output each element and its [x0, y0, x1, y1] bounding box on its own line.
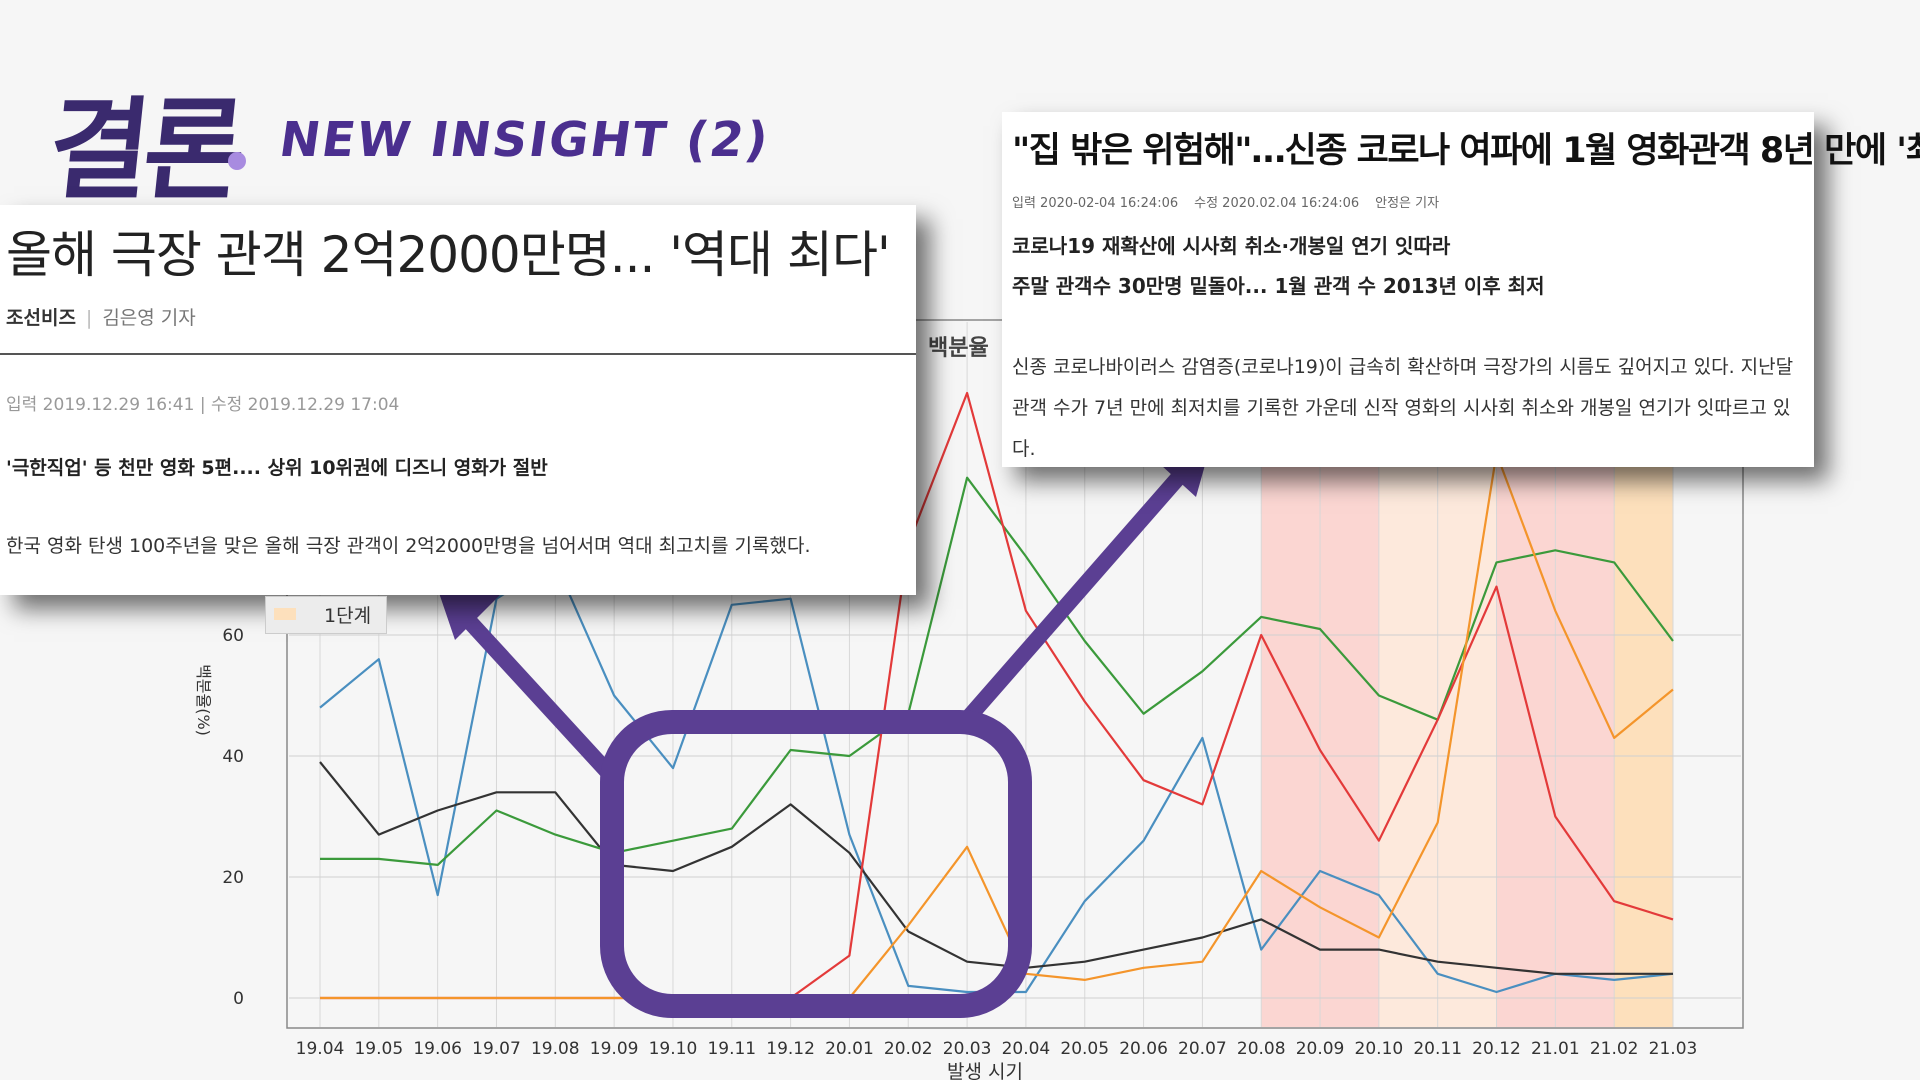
x-tick-label: 20.01	[825, 1039, 874, 1059]
slide-title: 결론	[42, 85, 247, 214]
article-dates: 입력 2020-02-04 16:24:06 수정 2020.02.04 16:2…	[1012, 192, 1455, 211]
x-tick-label: 20.05	[1060, 1039, 1109, 1059]
x-tick-label: 20.06	[1119, 1039, 1168, 1059]
y-tick-label: 0	[233, 989, 244, 1009]
article-body: 신종 코로나바이러스 감염증(코로나19)이 급속히 확산하며 극장가의 시름도…	[1012, 356, 1794, 460]
x-tick-label: 20.10	[1355, 1039, 1404, 1059]
y-tick-label: 40	[222, 747, 244, 767]
x-tick-label: 21.01	[1531, 1039, 1580, 1059]
arrow-to-left-article	[436, 584, 621, 786]
legend-stage1: 1단계	[265, 596, 387, 634]
article-card-left: 올해 극장 관객 2억2000만명... '역대 최다' 조선비즈 | 김은영 기자…	[0, 205, 916, 595]
x-tick-label: 20.09	[1296, 1039, 1345, 1059]
article-byline: 조선비즈 | 김은영 기자	[6, 303, 196, 330]
title-dot	[228, 152, 246, 170]
article-dates: 입력 2019.12.29 16:41 | 수정 2019.12.29 17:0…	[6, 395, 400, 415]
x-tick-label: 21.02	[1590, 1039, 1639, 1059]
reporter-name: 안정은 기자	[1375, 196, 1440, 211]
x-tick-label: 20.03	[943, 1039, 992, 1059]
x-tick-label: 20.08	[1237, 1039, 1286, 1059]
x-tick-label: 19.05	[354, 1039, 403, 1059]
x-tick-label: 20.02	[884, 1039, 933, 1059]
y-tick-labels: 0 20 40 60	[222, 626, 244, 1009]
slide-subtitle: NEW INSIGHT (2)	[276, 112, 774, 168]
article-body: 한국 영화 탄생 100주년을 맞은 올해 극장 관객이 2억2000만명을 넘…	[6, 535, 811, 557]
x-tick-label: 19.12	[766, 1039, 815, 1059]
x-axis-label: 발생 시기	[947, 1061, 1023, 1080]
y-axis-label: 백분율(%)	[194, 664, 213, 736]
article-subheading-1: 코로나19 재확산에 시사회 취소·개봉일 연기 잇따라	[1012, 234, 1451, 258]
edit-date: 수정 2020.02.04 16:24:06	[1194, 196, 1360, 211]
x-tick-label: 20.11	[1413, 1039, 1462, 1059]
chart-percent-label: 백분율	[928, 336, 989, 361]
article-card-right: "집 밖은 위험해"…신종 코로나 여파에 1월 영화관객 8년 만에 '최저치…	[1002, 112, 1920, 467]
x-tick-label: 19.06	[413, 1039, 462, 1059]
x-tick-label: 21.03	[1649, 1039, 1698, 1059]
x-tick-label: 19.08	[531, 1039, 580, 1059]
x-tick-labels: 19.04 19.05 19.06 19.07 19.08 19.09 19.10 19.11…	[296, 1039, 1698, 1059]
x-tick-label: 20.04	[1002, 1039, 1051, 1059]
article-summary: '극한직업' 등 천만 영화 5편.... 상위 10위권에 디즈니 영화가 절…	[6, 457, 548, 479]
article-divider	[0, 353, 916, 355]
reporter-name: 김은영 기자	[102, 307, 196, 329]
byline-divider: |	[85, 307, 93, 329]
x-tick-label: 20.07	[1178, 1039, 1227, 1059]
article-headline: "집 밖은 위험해"…신종 코로나 여파에 1월 영화관객 8년 만에 '최저치…	[1012, 131, 1920, 171]
y-tick-label: 20	[222, 868, 244, 888]
input-date: 입력 2020-02-04 16:24:06	[1012, 196, 1179, 211]
x-tick-label: 20.12	[1472, 1039, 1521, 1059]
article-headline: 올해 극장 관객 2억2000만명... '역대 최다'	[6, 226, 891, 284]
x-tick-label: 19.10	[649, 1039, 698, 1059]
publisher-name: 조선비즈	[6, 307, 76, 329]
x-tick-label: 19.04	[296, 1039, 345, 1059]
article-subheading-2: 주말 관객수 30만명 밑돌아... 1월 관객 수 2013년 이후 최저	[1012, 274, 1545, 298]
arrow-to-right-article	[961, 440, 1212, 724]
legend-stage1-swatch	[274, 608, 296, 620]
x-tick-label: 19.07	[472, 1039, 521, 1059]
y-tick-label: 60	[222, 626, 244, 646]
x-tick-label: 19.09	[590, 1039, 639, 1059]
legend-stage1-label: 1단계	[324, 605, 372, 627]
x-tick-label: 19.11	[707, 1039, 756, 1059]
